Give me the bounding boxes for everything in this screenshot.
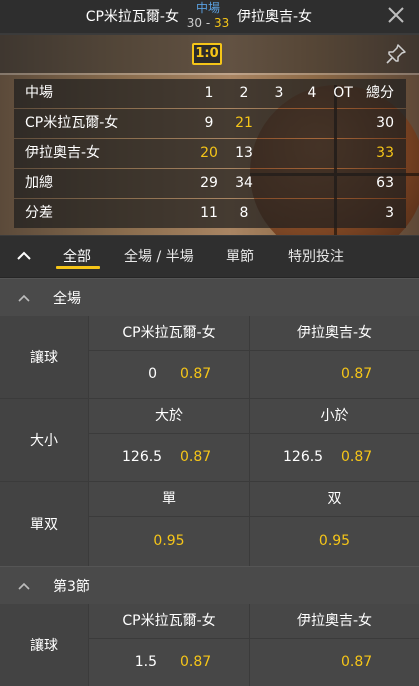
section-header-quarter-3[interactable]: 第3節 (0, 566, 419, 604)
row-name: 伊拉奧吉-女 (25, 145, 101, 161)
tab-all[interactable]: 全部 (63, 246, 91, 266)
odds-button-home[interactable]: 0 0.87 (89, 351, 249, 398)
row-name: 分差 (25, 205, 53, 221)
column-label-q1: 1 (204, 85, 214, 101)
market-label: 單双 (0, 482, 88, 566)
market-label: 讓球 (0, 316, 88, 398)
market-tabs: 全部 全場 / 半場 單節 特別投注 (0, 236, 419, 278)
chevron-up-icon[interactable] (14, 246, 34, 266)
quarter-3-markets: 讓球 CP米拉瓦爾-女 伊拉奧吉-女 1.5 0.87 0.87 (0, 604, 419, 686)
chevron-up-icon[interactable] (16, 290, 32, 306)
odds-button-under[interactable]: 126.5 0.87 (250, 434, 419, 481)
tab-quarter[interactable]: 單節 (226, 246, 254, 266)
odds-value: 0.95 (153, 533, 185, 549)
column-label-q2: 2 (239, 85, 249, 101)
score-separator: - (205, 16, 211, 30)
court-line (0, 73, 419, 75)
column-label-q4: 4 (307, 85, 317, 101)
odds-value: 0.87 (341, 449, 373, 465)
odds-button-even[interactable]: 0.95 (250, 517, 419, 566)
tab-full-half[interactable]: 全場 / 半場 (124, 246, 194, 266)
total-score: 30 (376, 115, 394, 131)
odds-value: 0.87 (341, 654, 373, 670)
pin-icon[interactable] (385, 43, 407, 65)
q1-score: 11 (200, 205, 218, 221)
section-title: 第3節 (53, 579, 90, 595)
market-over-under: 大小 大於 小於 126.5 0.87 126.5 0.87 (0, 399, 419, 481)
q2-score: 34 (235, 175, 253, 191)
home-header: CP米拉瓦爾-女 (89, 316, 249, 350)
handicap-line: 0 (148, 366, 157, 382)
q1-score: 9 (204, 115, 214, 131)
close-icon[interactable] (385, 4, 407, 26)
odds-button-over[interactable]: 126.5 0.87 (89, 434, 249, 481)
score-badge[interactable]: 1:0 (192, 43, 222, 65)
away-score: 33 (214, 16, 230, 30)
match-page: CP米拉瓦爾-女 中場 30 - 33 伊拉奧吉-女 1:0 中場 1 2 3 (0, 0, 419, 686)
away-header: 伊拉奧吉-女 (250, 604, 419, 638)
even-header: 双 (250, 482, 419, 516)
match-header: CP米拉瓦爾-女 中場 30 - 33 伊拉奧吉-女 (0, 0, 419, 34)
odds-value: 0.87 (180, 366, 212, 382)
market-handicap: 讓球 CP米拉瓦爾-女 伊拉奧吉-女 1.5 0.87 0.87 (0, 604, 419, 686)
home-team-name: CP米拉瓦爾-女 (85, 9, 179, 25)
column-label-total: 總分 (366, 85, 394, 101)
odds-value: 0.87 (180, 654, 212, 670)
score-summary: 中場 30 - 33 (185, 0, 231, 31)
live-score: 30 - 33 (185, 16, 231, 31)
home-score: 30 (186, 16, 202, 30)
active-tab-indicator (56, 266, 100, 269)
market-label: 讓球 (0, 604, 88, 686)
odds-button-away[interactable]: 0.87 (250, 351, 419, 398)
handicap-line: 1.5 (134, 654, 157, 670)
market-odd-even: 單双 單 双 0.95 0.95 (0, 482, 419, 566)
scoreboard: 1:0 中場 1 2 3 4 OT 總分 CP米拉瓦爾-女 9 21 30 伊拉… (0, 35, 419, 235)
score-table: 中場 1 2 3 4 OT 總分 CP米拉瓦爾-女 9 21 30 伊拉奧吉-女… (14, 79, 406, 229)
over-header: 大於 (89, 399, 249, 433)
away-header: 伊拉奧吉-女 (250, 316, 419, 350)
total-score: 33 (376, 145, 394, 161)
away-team-name: 伊拉奧吉-女 (237, 9, 313, 25)
under-header: 小於 (250, 399, 419, 433)
score-row-sum: 加總 29 34 63 (14, 169, 406, 198)
column-label-period: 中場 (25, 85, 53, 101)
row-name: CP米拉瓦爾-女 (25, 115, 119, 131)
total-line: 126.5 (283, 449, 324, 465)
odds-button-odd[interactable]: 0.95 (89, 517, 249, 566)
total-score: 63 (376, 175, 394, 191)
q2-score: 21 (235, 115, 253, 131)
odds-button-away[interactable]: 0.87 (250, 639, 419, 686)
q1-score: 20 (200, 145, 218, 161)
section-title: 全場 (53, 291, 81, 307)
odds-button-home[interactable]: 1.5 0.87 (89, 639, 249, 686)
chevron-up-icon[interactable] (16, 578, 32, 594)
odd-header: 單 (89, 482, 249, 516)
column-label-q3: 3 (274, 85, 284, 101)
odds-value: 0.95 (318, 533, 351, 549)
full-match-markets: 讓球 CP米拉瓦爾-女 伊拉奧吉-女 0 0.87 0.87 大小 大於 小於 … (0, 316, 419, 566)
market-handicap: 讓球 CP米拉瓦爾-女 伊拉奧吉-女 0 0.87 0.87 (0, 316, 419, 398)
score-table-header: 中場 1 2 3 4 OT 總分 (14, 79, 406, 108)
row-name: 加總 (25, 175, 53, 191)
score-row-home: CP米拉瓦爾-女 9 21 30 (14, 109, 406, 138)
tab-special[interactable]: 特別投注 (288, 246, 344, 266)
q1-score: 29 (200, 175, 218, 191)
market-label: 大小 (0, 399, 88, 481)
q2-score: 13 (235, 145, 253, 161)
home-header: CP米拉瓦爾-女 (89, 604, 249, 638)
q2-score: 8 (239, 205, 249, 221)
score-row-diff: 分差 11 8 3 (14, 199, 406, 228)
score-row-away: 伊拉奧吉-女 20 13 33 (14, 139, 406, 168)
section-header-full-match[interactable]: 全場 (0, 278, 419, 316)
total-line: 126.5 (122, 449, 163, 465)
odds-value: 0.87 (341, 366, 373, 382)
odds-value: 0.87 (180, 449, 212, 465)
total-score: 3 (385, 205, 394, 221)
match-period: 中場 (195, 1, 220, 15)
